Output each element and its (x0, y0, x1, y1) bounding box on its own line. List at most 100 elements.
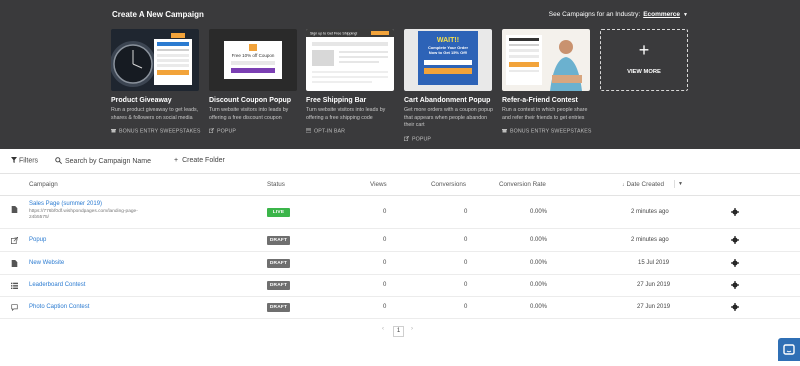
chat-widget-button[interactable] (778, 338, 800, 361)
card-tag: POPUP (209, 128, 236, 135)
cart-preview-line2: Now to Get 15% Off! (429, 50, 467, 55)
card-tag-label: OPT-IN BAR (314, 128, 346, 135)
template-card-refer-a-friend[interactable] (502, 29, 590, 91)
campaign-name-link[interactable]: Leaderboard Contest (29, 282, 85, 288)
views-value: 0 (383, 260, 387, 266)
product-giveaway-preview (111, 29, 199, 91)
table-row[interactable]: New Website DRAFT 0 0 0.00% 15 Jul 2019 (0, 252, 800, 275)
views-value: 0 (383, 237, 387, 243)
search-input[interactable]: Search by Campaign Name (65, 158, 151, 165)
card-title[interactable]: Refer-a-Friend Contest (502, 97, 578, 104)
cart-abandonment-preview: WAIT!! Complete Your Order Now to Get 15… (404, 29, 492, 91)
bar-icon (306, 128, 311, 133)
filters-label: Filters (19, 157, 39, 165)
campaign-templates-panel: Create A New Campaign See Campaigns for … (0, 0, 800, 149)
gear-icon[interactable] (731, 208, 739, 216)
table-row[interactable]: Popup DRAFT 0 0 0.00% 2 minutes ago (0, 229, 800, 252)
template-card-cart-abandonment[interactable]: WAIT!! Complete Your Order Now to Get 15… (404, 29, 492, 91)
column-header-views[interactable]: Views (370, 181, 387, 188)
pagination-prev[interactable]: ‹ (382, 326, 384, 332)
filter-icon (11, 157, 17, 163)
card-title[interactable]: Product Giveaway (111, 97, 172, 104)
industry-label: See Campaigns for an Industry: (548, 11, 641, 18)
sort-dropdown[interactable]: ▼ (674, 180, 683, 188)
column-header-date-created[interactable]: ↓ Date Created (622, 181, 664, 188)
template-card-free-shipping[interactable]: Sign up to Get Free Shipping! (306, 29, 394, 91)
date-created-value: 27 Jun 2019 (637, 282, 671, 288)
conversion-rate-value: 0.00% (530, 304, 548, 310)
chat-icon (783, 344, 795, 355)
external-link-icon (209, 128, 214, 133)
industry-filter[interactable]: See Campaigns for an Industry: Ecommerce ▼ (549, 11, 688, 18)
comment-icon (11, 304, 18, 311)
card-tag: OPT-IN BAR (306, 128, 345, 135)
card-tag-label: POPUP (217, 128, 237, 135)
card-tag: BONUS ENTRY SWEEPSTAKES (111, 128, 200, 135)
view-more-label: VIEW MORE (627, 69, 661, 75)
create-folder-button[interactable]: + Create Folder (174, 157, 225, 164)
template-card-discount-coupon[interactable]: Free 10% off Coupon (209, 29, 297, 91)
gift-icon (502, 129, 507, 133)
table-row[interactable]: Leaderboard Contest DRAFT 0 0 0.00% 27 J… (0, 275, 800, 297)
card-description: Get more orders with a coupon popup that… (404, 107, 493, 129)
gear-icon[interactable] (731, 303, 739, 311)
conversion-rate-value: 0.00% (530, 282, 548, 288)
card-tag: BONUS ENTRY SWEEPSTAKES (502, 128, 591, 135)
search-bar[interactable]: Search by Campaign Name (55, 157, 151, 165)
conversions-value: 0 (464, 304, 468, 310)
column-header-campaign[interactable]: Campaign (29, 181, 58, 188)
chevron-down-icon: ▼ (683, 12, 688, 18)
view-more-button[interactable]: + VIEW MORE (600, 29, 688, 91)
column-header-conversion-rate[interactable]: Conversion Rate (499, 181, 546, 188)
gear-icon[interactable] (731, 236, 739, 244)
card-description: Turn website visitors into leads by offe… (209, 107, 289, 121)
gear-icon[interactable] (731, 259, 739, 267)
chevron-down-icon: ▼ (678, 181, 683, 187)
gear-icon[interactable] (731, 281, 739, 289)
page-icon (11, 206, 18, 213)
column-header-status[interactable]: Status (267, 181, 285, 188)
card-tag-label: BONUS ENTRY SWEEPSTAKES (510, 128, 592, 135)
table-row[interactable]: Sales Page (summer 2019) https://776bf0d… (0, 196, 800, 229)
card-tag-label: POPUP (412, 136, 432, 143)
coupon-preview-text: Free 10% off Coupon (232, 53, 275, 58)
refer-a-friend-preview (502, 29, 590, 91)
create-folder-label: Create Folder (182, 157, 225, 164)
conversion-rate-value: 0.00% (530, 237, 548, 243)
card-tag: POPUP (404, 136, 431, 143)
status-badge: DRAFT (267, 303, 290, 312)
campaign-name-link[interactable]: Photo Caption Contest (29, 304, 89, 310)
filters-button[interactable]: Filters (11, 157, 38, 165)
card-description: Run a contest in which people share and … (502, 107, 588, 121)
campaign-name-link[interactable]: Sales Page (summer 2019) (29, 201, 102, 207)
status-badge: DRAFT (267, 259, 290, 268)
campaign-name-link[interactable]: Popup (29, 237, 46, 243)
conversions-value: 0 (464, 237, 468, 243)
template-card-product-giveaway[interactable] (111, 29, 199, 91)
conversions-value: 0 (464, 209, 468, 215)
plus-icon: + (638, 40, 650, 60)
card-title[interactable]: Free Shipping Bar (306, 97, 366, 104)
status-badge: LIVE (267, 208, 290, 217)
gift-icon (111, 129, 116, 133)
date-created-value: 2 minutes ago (631, 237, 669, 243)
table-row[interactable]: Photo Caption Contest DRAFT 0 0 0.00% 27… (0, 297, 800, 319)
status-badge: DRAFT (267, 236, 290, 245)
industry-select[interactable]: Ecommerce (643, 11, 680, 18)
plus-icon: + (174, 157, 179, 164)
free-shipping-preview: Sign up to Get Free Shipping! (306, 29, 394, 91)
pagination-page[interactable]: 1 (393, 326, 404, 337)
search-icon (55, 157, 62, 164)
column-header-conversions[interactable]: Conversions (431, 181, 466, 188)
campaign-toolbar: Filters Search by Campaign Name + Create … (0, 149, 800, 174)
card-title[interactable]: Discount Coupon Popup (209, 97, 291, 104)
page-title: Create A New Campaign (112, 10, 204, 19)
pagination-next[interactable]: › (411, 326, 413, 332)
card-title[interactable]: Cart Abandonment Popup (404, 97, 490, 104)
campaign-url[interactable]: https://776bf0df.wishpondpages.com/landi… (29, 209, 139, 221)
campaign-name-link[interactable]: New Website (29, 260, 64, 266)
external-link-icon (404, 136, 409, 141)
list-icon (11, 282, 18, 289)
popup-icon (11, 237, 18, 244)
card-description: Turn website visitors into leads by offe… (306, 107, 386, 121)
